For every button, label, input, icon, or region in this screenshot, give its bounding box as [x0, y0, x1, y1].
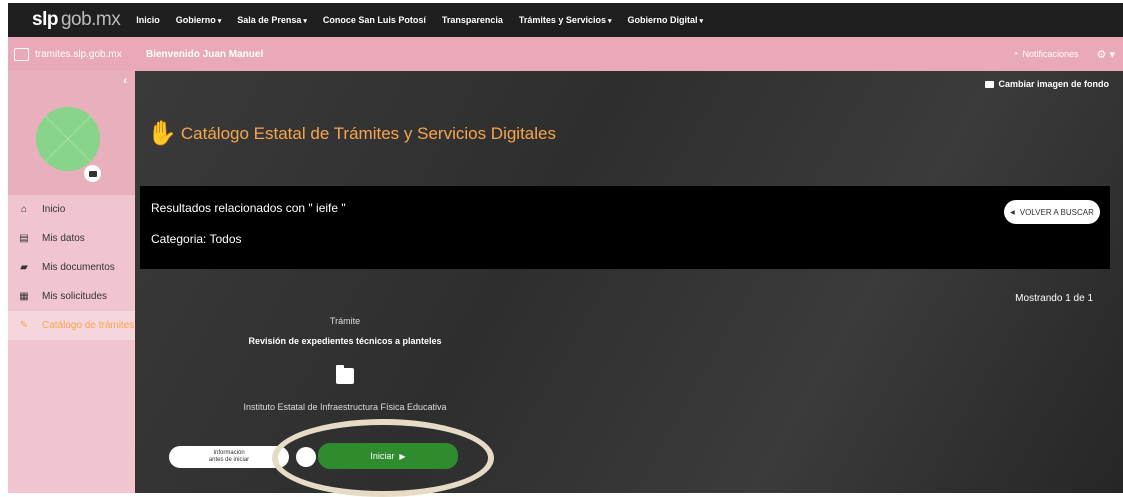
top-navigation: slp gob.mx Inicio Gobierno ▾ Sala de Pren…	[8, 3, 1123, 37]
nav-item-transparencia[interactable]: Transparencia	[442, 15, 503, 25]
nav-item-gobierno-digital[interactable]: Gobierno Digital ▾	[627, 15, 703, 25]
brand-gob: gob.mx	[60, 9, 121, 30]
user-actions: ◔ Notificaciones ⚙ ▾	[1012, 37, 1115, 71]
nav-item-inicio[interactable]: Inicio	[136, 15, 160, 25]
results-count: Mostrando 1 de 1	[1015, 293, 1093, 304]
chevron-down-icon: ▾	[607, 18, 612, 25]
page-title: ✋ Catálogo Estatal de Trámites y Servici…	[147, 119, 556, 148]
results-query-text: Resultados relacionados con " ieife "	[151, 201, 346, 215]
hand-icon: ✋	[147, 120, 177, 147]
change-background-label: Cambiar imagen de fondo	[998, 79, 1109, 89]
card-type: Trámite	[329, 316, 361, 326]
sidebar-item-label: Catálogo de trámites	[42, 320, 135, 331]
results-header: Resultados relacionados con " ieife " Ca…	[140, 186, 1110, 269]
browser-page: slp gob.mx Inicio Gobierno ▾ Sala de Pren…	[8, 3, 1123, 493]
change-photo-camera-icon[interactable]	[84, 165, 101, 182]
collapse-sidebar-icon[interactable]: ‹	[123, 75, 127, 87]
welcome-text: Bienvenido Juan Manuel	[146, 48, 264, 60]
brand-logo[interactable]: slp gob.mx	[32, 9, 121, 31]
highlight-ellipse	[272, 419, 494, 497]
id-card-icon: ▤	[19, 233, 29, 244]
info-button-line2: antes de iniciar	[208, 457, 250, 463]
nav-item-gobierno[interactable]: Gobierno ▾	[176, 15, 222, 25]
nav-item-conoce-slp[interactable]: Conoce San Luis Potosí	[323, 15, 426, 25]
brand-slp: slp	[32, 9, 58, 30]
chevron-down-icon: ▾	[699, 18, 704, 25]
site-name: tramites.slp.gob.mx	[35, 48, 122, 60]
profile-area: ‹	[8, 71, 135, 195]
user-bar: tramites.slp.gob.mx Bienvenido Juan Manu…	[8, 37, 1123, 71]
avatar	[36, 107, 100, 171]
sidebar-item-label: Inicio	[42, 204, 66, 215]
change-background-link[interactable]: Cambiar imagen de fondo	[985, 79, 1109, 89]
notifications-link[interactable]: Notificaciones	[1023, 49, 1079, 59]
chevron-down-icon: ▾	[217, 18, 222, 25]
avatar-placeholder-icon	[36, 107, 100, 171]
catalog-icon: ✎	[19, 320, 29, 331]
info-before-start-button[interactable]: Información antes de iniciar	[169, 446, 289, 468]
sidebar-item-catalogo[interactable]: ✎ Catálogo de trámites	[8, 311, 135, 340]
settings-gear-icon[interactable]: ⚙ ▾	[1097, 48, 1115, 61]
main-content: Cambiar imagen de fondo ✋ Catálogo Estat…	[135, 71, 1123, 493]
triangle-left-icon: ◀	[1010, 209, 1015, 216]
home-icon: ⌂	[20, 204, 28, 215]
site-link[interactable]: tramites.slp.gob.mx	[14, 47, 142, 61]
sidebar-item-mis-datos[interactable]: ▤ Mis datos	[8, 224, 135, 253]
card-institution: Instituto Estatal de Infraestructura Fís…	[243, 402, 447, 412]
sidebar-item-mis-documentos[interactable]: ▰ Mis documentos	[8, 253, 135, 282]
back-to-search-button[interactable]: ◀ VOLVER A BUSCAR	[1004, 200, 1100, 224]
back-to-search-label: VOLVER A BUSCAR	[1019, 207, 1094, 217]
id-badge-icon	[14, 47, 29, 61]
page-title-text: Catálogo Estatal de Trámites y Servicios…	[180, 123, 556, 143]
sidebar-item-mis-solicitudes[interactable]: ▦ Mis solicitudes	[8, 282, 135, 311]
nav-item-sala-de-prensa[interactable]: Sala de Prensa ▾	[237, 15, 307, 25]
sidebar-item-label: Mis solicitudes	[42, 291, 108, 302]
card-title: Revisión de expedientes técnicos a plant…	[248, 336, 442, 346]
camera-icon	[985, 80, 995, 88]
folder-icon	[336, 365, 354, 384]
sidebar: ‹ ⌂ Inicio ▤ Mis datos ▰ Mis documentos …	[8, 71, 135, 493]
results-category-text: Categoria: Todos	[151, 232, 242, 246]
list-icon: ▦	[19, 291, 29, 302]
nav-item-tramites-servicios[interactable]: Trámites y Servicios ▾	[519, 15, 612, 25]
sidebar-item-label: Mis datos	[42, 233, 85, 244]
folder-icon: ▰	[20, 262, 28, 273]
notification-icon[interactable]: ◔	[1012, 49, 1018, 60]
sidebar-item-inicio[interactable]: ⌂ Inicio	[8, 195, 135, 224]
tramite-card: Trámite Revisión de expedientes técnicos…	[215, 316, 475, 412]
chevron-down-icon: ▾	[303, 18, 307, 25]
info-button-line1: Información	[213, 450, 245, 456]
sidebar-item-label: Mis documentos	[42, 262, 115, 273]
